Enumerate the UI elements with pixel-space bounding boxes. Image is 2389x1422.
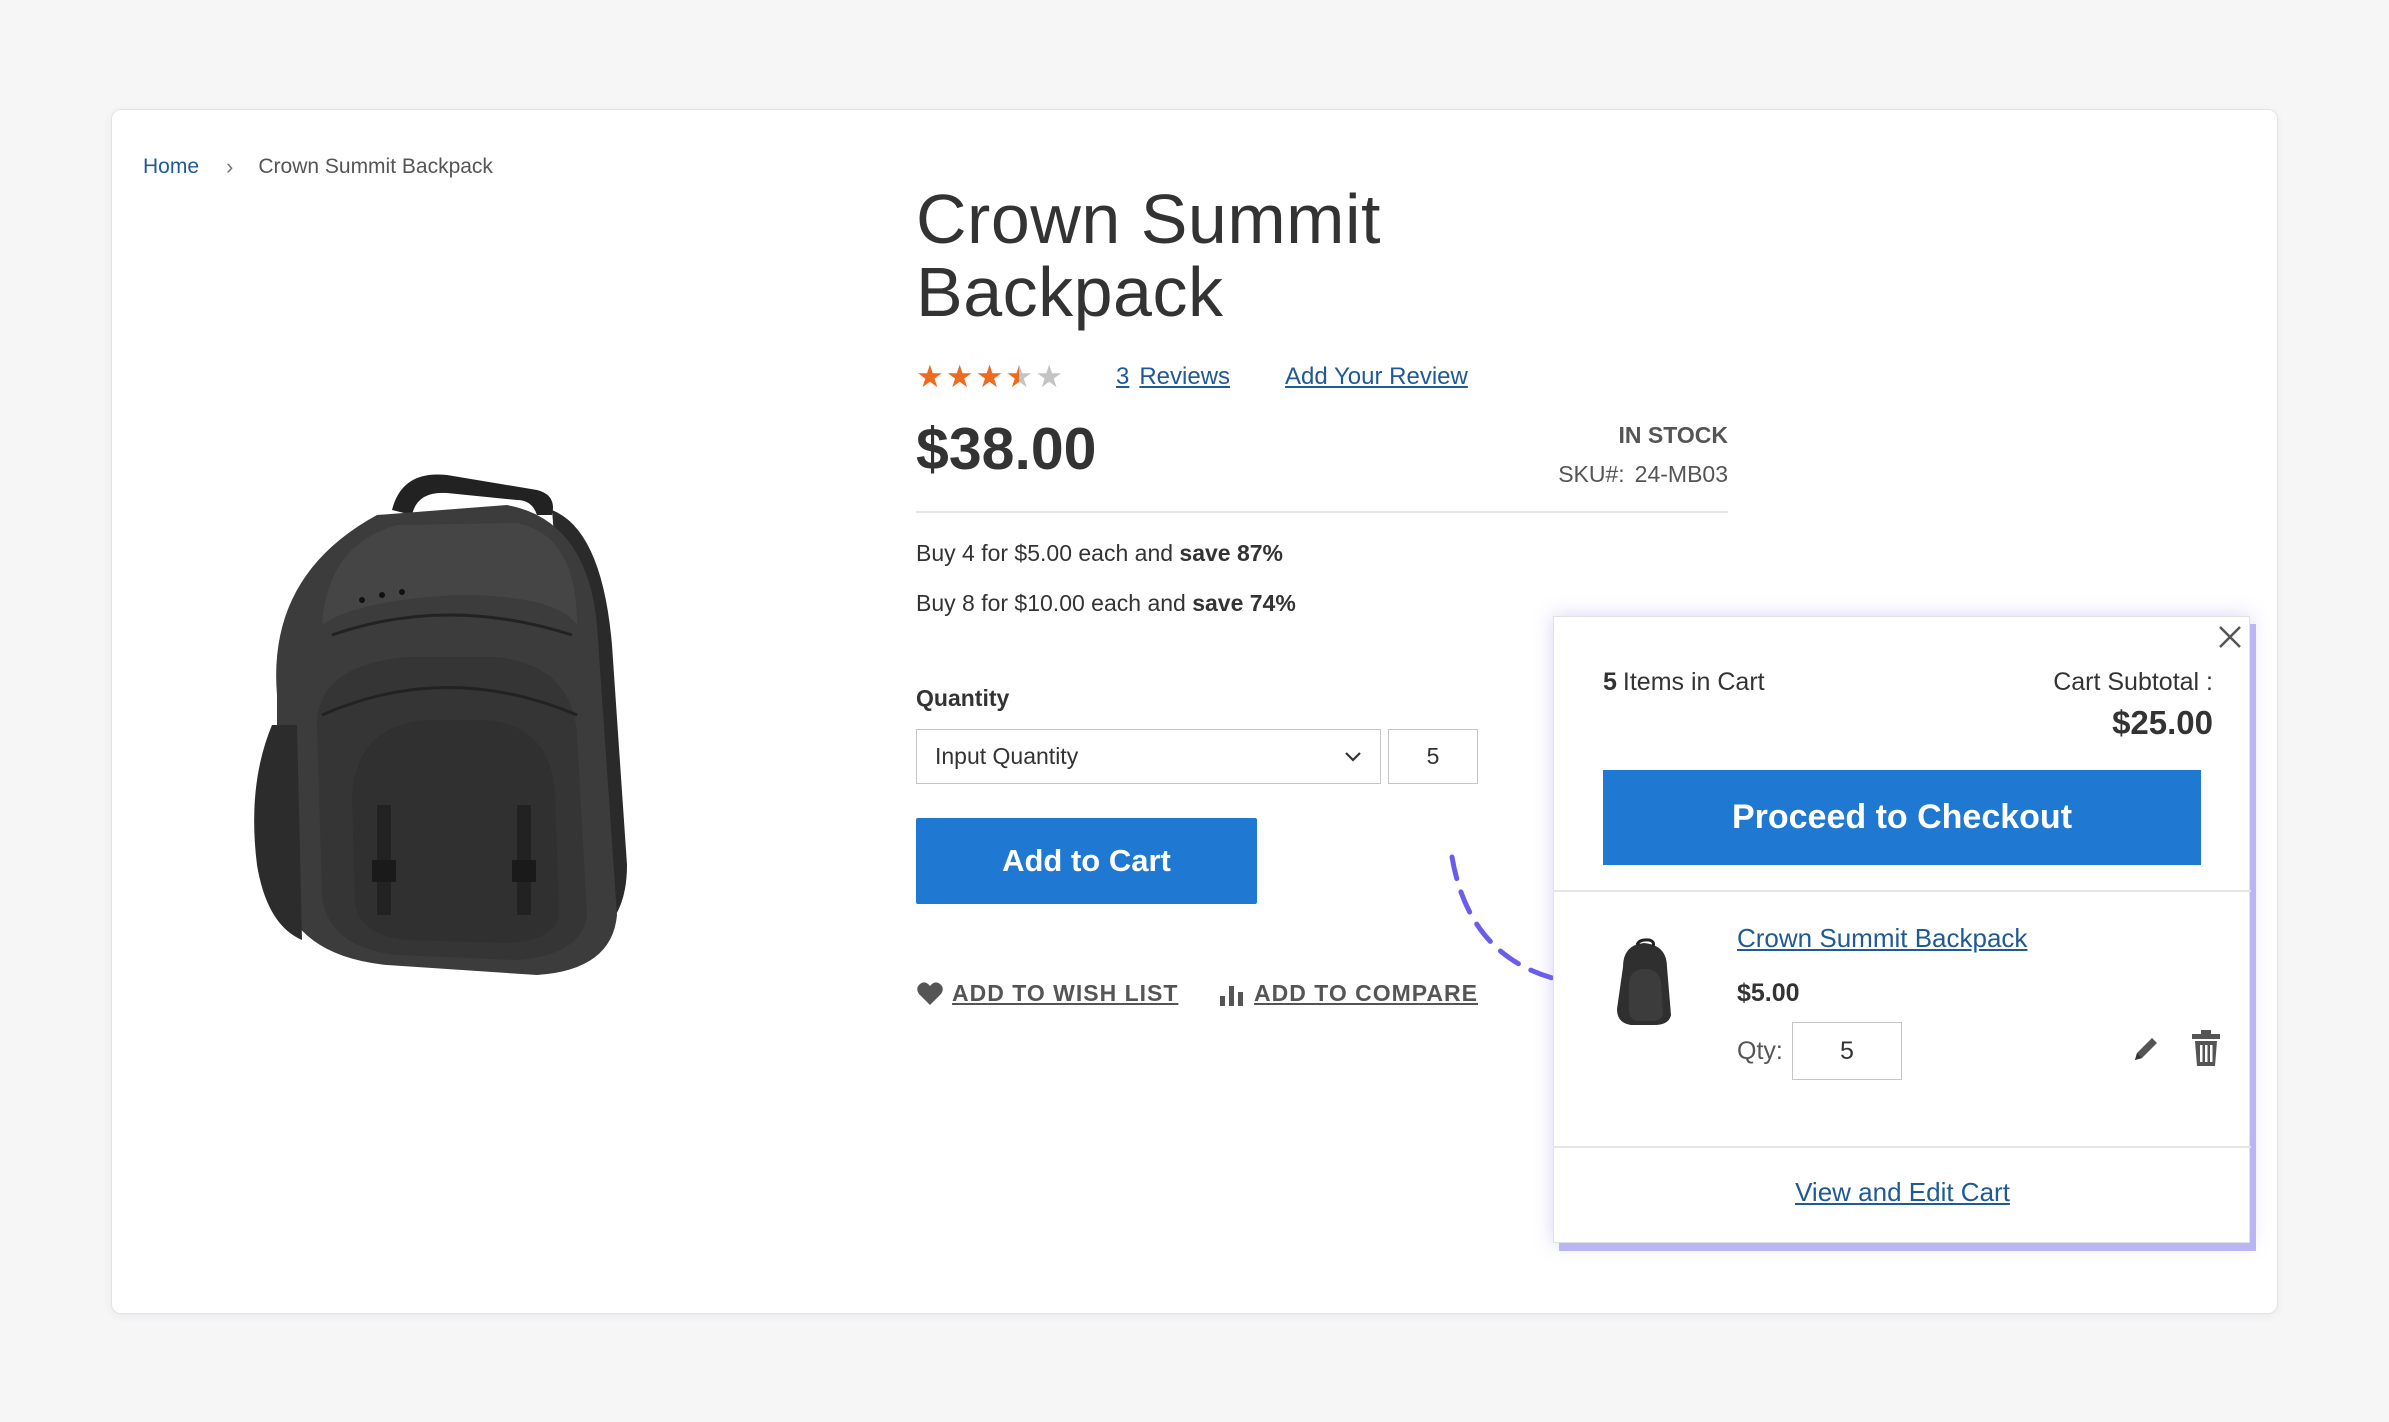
- sku-value: 24-MB03: [1634, 461, 1728, 487]
- reviews-link[interactable]: 3 Reviews: [1116, 363, 1230, 391]
- cart-item-name-link[interactable]: Crown Summit Backpack: [1737, 923, 2027, 954]
- tier-price-text: Buy 4 for $5.00 each and: [916, 540, 1180, 566]
- cart-item-qty-input[interactable]: 5: [1792, 1022, 1902, 1080]
- breadcrumb-separator-icon: ›: [226, 154, 234, 179]
- add-review-link[interactable]: Add Your Review: [1285, 363, 1468, 391]
- cart-item-qty-label: Qty:: [1737, 1037, 1783, 1065]
- wish-list-label: ADD TO WISH LIST: [952, 980, 1179, 1006]
- tier-price-savings: save 74%: [1192, 590, 1296, 616]
- breadcrumb-current: Crown Summit Backpack: [258, 155, 493, 178]
- tier-price-text: Buy 8 for $10.00 each and: [916, 590, 1193, 616]
- reviews-count: 3: [1115, 362, 1130, 390]
- quantity-label: Quantity: [916, 685, 1010, 711]
- rating-stars: ★ ★ ★ ★ ★: [916, 361, 1063, 392]
- quantity-input[interactable]: 5: [1388, 729, 1478, 784]
- subtotal-value: $25.00: [2112, 704, 2213, 741]
- add-to-cart-button[interactable]: Add to Cart: [916, 818, 1257, 904]
- stock-status: IN STOCK: [1618, 422, 1728, 448]
- breadcrumb-home-link[interactable]: Home: [143, 155, 199, 179]
- star-icon: ★: [945, 359, 974, 394]
- cart-item-price: $5.00: [1737, 979, 1800, 1007]
- minicart-dropdown: 5 Items in Cart Cart Subtotal : $25.00 Pr…: [1553, 616, 2251, 1243]
- sku-label: SKU#:: [1558, 461, 1625, 487]
- product-title: Crown Summit Backpack: [916, 180, 1381, 331]
- add-to-compare-link[interactable]: ADD TO COMPARE: [1218, 980, 1478, 1007]
- reviews-label: Reviews: [1139, 362, 1231, 390]
- cart-item-thumbnail[interactable]: [1609, 937, 1679, 1027]
- add-to-wish-list-link[interactable]: ADD TO WISH LIST: [916, 980, 1178, 1007]
- quantity-select-value: Input Quantity: [935, 743, 1079, 769]
- rating-row: ★ ★ ★ ★ ★ 3 Reviews Add Your Review: [916, 361, 1468, 392]
- star-half-icon: ★: [1005, 359, 1034, 394]
- heart-icon: [917, 981, 943, 1005]
- tier-price-2: Buy 8 for $10.00 each and save 74%: [916, 590, 1296, 617]
- tier-price-savings: save 87%: [1179, 540, 1284, 566]
- items-count-label: Items in Cart: [1622, 668, 1765, 696]
- divider: [916, 511, 1728, 513]
- close-icon[interactable]: [2214, 621, 2246, 653]
- star-empty-icon: ★: [1035, 359, 1063, 394]
- backpack-image: [254, 474, 627, 975]
- divider: [1554, 890, 2251, 892]
- product-sku: SKU#: 24-MB03: [1432, 461, 1728, 488]
- bar-chart-icon: [1220, 985, 1243, 1006]
- tier-price-1: Buy 4 for $5.00 each and save 87%: [916, 540, 1283, 567]
- compare-label: ADD TO COMPARE: [1254, 980, 1478, 1006]
- pencil-icon[interactable]: [2129, 1032, 2163, 1066]
- items-count-value: 5: [1603, 668, 1617, 696]
- view-and-edit-cart-link[interactable]: View and Edit Cart: [1554, 1177, 2251, 1208]
- chevron-down-icon: [1345, 751, 1361, 762]
- minicart-items-count: 5 Items in Cart: [1603, 668, 1765, 697]
- product-price: $38.00: [916, 416, 1097, 482]
- subtotal-label: Cart Subtotal :: [2053, 668, 2213, 696]
- quantity-select[interactable]: Input Quantity: [916, 729, 1381, 784]
- star-icon: ★: [916, 359, 944, 394]
- breadcrumb: Home › Crown Summit Backpack: [143, 154, 493, 180]
- star-icon: ★: [975, 359, 1004, 394]
- trash-icon[interactable]: [2191, 1029, 2221, 1067]
- proceed-to-checkout-button[interactable]: Proceed to Checkout: [1603, 770, 2201, 865]
- divider: [1554, 1146, 2251, 1148]
